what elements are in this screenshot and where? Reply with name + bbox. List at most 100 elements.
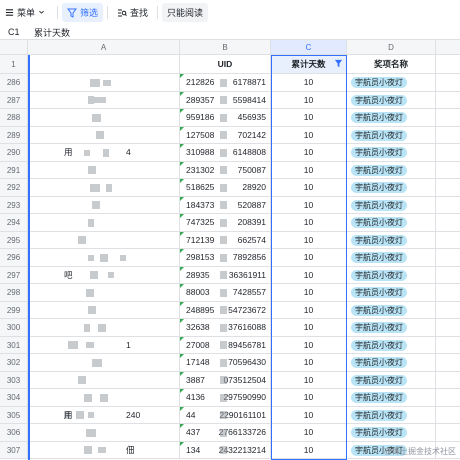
cell-days[interactable]: 10 [271, 354, 347, 372]
row-header[interactable]: 303 [0, 371, 28, 389]
cell-award[interactable]: 宇航员小夜灯 [347, 231, 436, 249]
cell-uid[interactable]: 518625 28920 [180, 179, 271, 197]
cell-uid[interactable]: 17148 70596430 [180, 354, 271, 372]
cell-award[interactable]: 宇航员小夜灯 [347, 319, 436, 337]
cell-award[interactable]: 宇航员小夜灯 [347, 74, 436, 92]
cell-award[interactable]: 宇航员小夜灯 [347, 284, 436, 302]
row-header[interactable]: 286 [0, 74, 28, 92]
cell-days[interactable]: 10 [271, 231, 347, 249]
row-header[interactable]: 296 [0, 249, 28, 267]
cell-days[interactable]: 10 [271, 249, 347, 267]
row-header[interactable]: 307 [0, 441, 28, 459]
cell-a[interactable] [28, 126, 180, 144]
column-filter-icon[interactable] [334, 59, 343, 68]
cell-uid[interactable]: 134 2432213214 [180, 441, 271, 459]
cell-days[interactable]: 10 [271, 109, 347, 127]
cell-days[interactable]: 10 [271, 284, 347, 302]
column-header-b[interactable]: B [180, 40, 271, 55]
cell-award[interactable]: 宇航员小夜灯 [347, 301, 436, 319]
cell-award[interactable]: 宇航员小夜灯 [347, 109, 436, 127]
cell-uid[interactable]: 28935 36361911 [180, 266, 271, 284]
row-header[interactable]: 292 [0, 179, 28, 197]
column-header-d[interactable]: D [347, 40, 436, 55]
cell-uid[interactable]: 747325 208391 [180, 214, 271, 232]
cell-award[interactable]: 宇航员小夜灯 [347, 336, 436, 354]
row-header[interactable]: 304 [0, 389, 28, 407]
formula-content[interactable]: 累计天数 [30, 26, 70, 39]
cell-award[interactable]: 宇航员小夜灯 [347, 424, 436, 442]
cell-award[interactable]: 宇航员小夜灯 [347, 126, 436, 144]
cell-award[interactable]: 宇航员小夜灯 [347, 406, 436, 424]
row-header[interactable]: 1 [0, 55, 28, 74]
column-header-a[interactable]: A [28, 40, 180, 55]
cell-days[interactable]: 10 [271, 389, 347, 407]
cell-uid[interactable]: 184373 520887 [180, 196, 271, 214]
cell-award[interactable]: 宇航员小夜灯 [347, 144, 436, 162]
cell-award[interactable]: 宇航员小夜灯 [347, 249, 436, 267]
header-cell-award[interactable]: 奖项名称 [347, 55, 436, 74]
header-cell-days[interactable]: 累计天数 [271, 55, 347, 74]
search-button[interactable]: 查找 [112, 3, 153, 22]
cell-days[interactable]: 10 [271, 126, 347, 144]
cell-days[interactable]: 10 [271, 91, 347, 109]
cell-uid[interactable]: 44 2290161101 [180, 406, 271, 424]
row-header[interactable]: 299 [0, 301, 28, 319]
cell-days[interactable]: 10 [271, 336, 347, 354]
row-header[interactable]: 305 [0, 406, 28, 424]
row-header[interactable]: 291 [0, 161, 28, 179]
row-header[interactable]: 293 [0, 196, 28, 214]
cell-a[interactable]: 佃 [28, 441, 180, 459]
row-header[interactable]: 302 [0, 354, 28, 372]
cell-a[interactable] [28, 196, 180, 214]
cell-uid[interactable]: 27008 89456781 [180, 336, 271, 354]
cell-a[interactable] [28, 91, 180, 109]
cell-uid[interactable]: 3887 073512504 [180, 371, 271, 389]
cell-reference[interactable]: C1 [0, 27, 30, 37]
row-header[interactable]: 290 [0, 144, 28, 162]
cell-uid[interactable]: 4136 297590990 [180, 389, 271, 407]
cell-a[interactable]: 1 [28, 336, 180, 354]
cell-uid[interactable]: 127508 702142 [180, 126, 271, 144]
cell-a[interactable] [28, 389, 180, 407]
cell-a[interactable]: 用4 [28, 144, 180, 162]
cell-award[interactable]: 宇航员小夜灯 [347, 266, 436, 284]
row-header[interactable]: 289 [0, 126, 28, 144]
menu-button[interactable]: 菜单 [0, 3, 53, 22]
cell-days[interactable]: 10 [271, 441, 347, 459]
cell-uid[interactable]: 298153 7892856 [180, 249, 271, 267]
cell-award[interactable]: 宇航员小夜灯 [347, 354, 436, 372]
row-header[interactable]: 301 [0, 336, 28, 354]
cell-award[interactable]: 宇航员小夜灯 [347, 214, 436, 232]
filter-button[interactable]: 筛选 [62, 3, 104, 22]
row-header[interactable]: 288 [0, 109, 28, 127]
cell-days[interactable]: 10 [271, 161, 347, 179]
cell-days[interactable]: 10 [271, 74, 347, 92]
cell-a[interactable] [28, 109, 180, 127]
cell-days[interactable]: 10 [271, 214, 347, 232]
cell-days[interactable]: 10 [271, 301, 347, 319]
cell-a[interactable] [28, 161, 180, 179]
cell-a[interactable] [28, 371, 180, 389]
cell-award[interactable]: 宇航员小夜灯 [347, 161, 436, 179]
cell-days[interactable]: 10 [271, 266, 347, 284]
corner-cell[interactable] [0, 40, 28, 55]
cell-uid[interactable]: 310988 6148808 [180, 144, 271, 162]
cell-days[interactable]: 10 [271, 196, 347, 214]
cell-a[interactable] [28, 424, 180, 442]
cell-award[interactable]: 宇航员小夜灯 [347, 91, 436, 109]
cell-uid[interactable]: 248895 54723672 [180, 301, 271, 319]
row-header[interactable]: 294 [0, 214, 28, 232]
cell-a[interactable] [28, 284, 180, 302]
cell-a[interactable] [28, 301, 180, 319]
cell-days[interactable]: 10 [271, 179, 347, 197]
cell-uid[interactable]: 231302 750087 [180, 161, 271, 179]
cell-a[interactable]: 用 240 [28, 406, 180, 424]
row-header[interactable]: 297 [0, 266, 28, 284]
cell-uid[interactable]: 88003 7428557 [180, 284, 271, 302]
cell-award[interactable]: 宇航员小夜灯 [347, 196, 436, 214]
cell-award[interactable]: 宇航员小夜灯 [347, 389, 436, 407]
header-cell-a[interactable] [28, 55, 180, 74]
header-cell-uid[interactable]: UID [180, 55, 271, 74]
column-header-c[interactable]: C [271, 40, 347, 55]
cell-days[interactable]: 10 [271, 319, 347, 337]
